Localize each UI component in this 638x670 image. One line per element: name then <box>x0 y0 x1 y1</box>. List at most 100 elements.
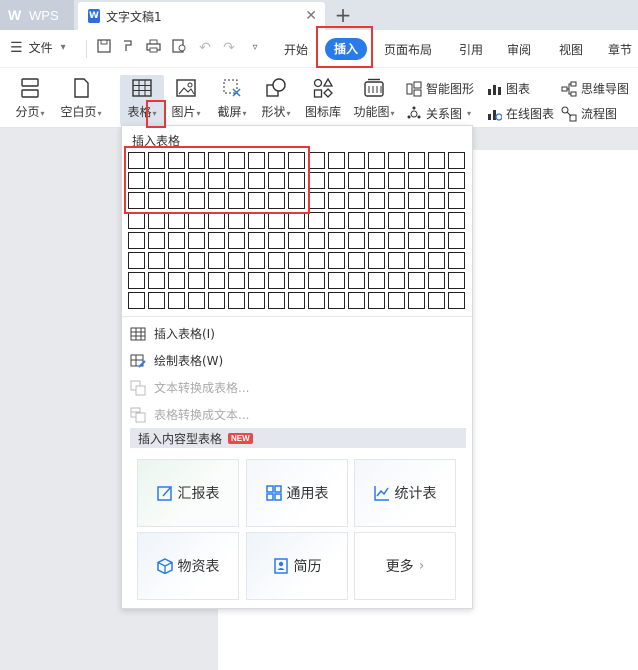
grid-cell[interactable] <box>308 252 325 269</box>
grid-cell[interactable] <box>368 172 385 189</box>
blank-page-button[interactable]: 空白页▾ <box>56 77 106 120</box>
online-chart-button[interactable]: 在线图表 <box>486 105 554 122</box>
grid-cell[interactable] <box>308 192 325 209</box>
grid-cell[interactable] <box>348 252 365 269</box>
grid-cell[interactable] <box>268 252 285 269</box>
grid-cell[interactable] <box>448 272 465 289</box>
screenshot-button[interactable]: 截屏▾ <box>213 77 251 120</box>
grid-cell[interactable] <box>308 272 325 289</box>
redo-icon[interactable]: ↷ <box>220 39 238 57</box>
format-painter-icon[interactable] <box>119 39 137 57</box>
grid-cell[interactable] <box>368 212 385 229</box>
grid-cell[interactable] <box>448 292 465 309</box>
grid-cell[interactable] <box>128 272 145 289</box>
close-tab-icon[interactable]: ✕ <box>305 8 317 24</box>
grid-cell[interactable] <box>328 292 345 309</box>
shape-button[interactable]: 形状▾ <box>257 77 295 120</box>
grid-cell[interactable] <box>428 212 445 229</box>
grid-cell[interactable] <box>348 292 365 309</box>
grid-cell[interactable] <box>148 212 165 229</box>
grid-cell[interactable] <box>328 192 345 209</box>
grid-cell[interactable] <box>368 252 385 269</box>
grid-cell[interactable] <box>408 252 425 269</box>
grid-cell[interactable] <box>188 252 205 269</box>
grid-cell[interactable] <box>268 272 285 289</box>
chart-button[interactable]: 图表 <box>486 80 530 97</box>
grid-cell[interactable] <box>168 212 185 229</box>
grid-cell[interactable] <box>428 272 445 289</box>
save-icon[interactable] <box>95 39 113 57</box>
grid-cell[interactable] <box>388 272 405 289</box>
grid-cell[interactable] <box>288 232 305 249</box>
grid-cell[interactable] <box>288 292 305 309</box>
grid-cell[interactable] <box>148 272 165 289</box>
materials-table-card[interactable]: 物资表 <box>137 532 239 600</box>
grid-cell[interactable] <box>248 212 265 229</box>
grid-cell[interactable] <box>268 232 285 249</box>
grid-cell[interactable] <box>328 232 345 249</box>
grid-cell[interactable] <box>248 252 265 269</box>
grid-cell[interactable] <box>408 232 425 249</box>
grid-cell[interactable] <box>448 252 465 269</box>
flowchart-button[interactable]: 流程图 <box>561 105 617 122</box>
grid-cell[interactable] <box>208 252 225 269</box>
grid-cell[interactable] <box>248 292 265 309</box>
grid-cell[interactable] <box>448 192 465 209</box>
grid-cell[interactable] <box>388 152 405 169</box>
grid-cell[interactable] <box>228 272 245 289</box>
undo-icon[interactable]: ↶ <box>196 39 214 57</box>
picture-button[interactable]: 图片▾ <box>168 77 204 120</box>
icon-library-button[interactable]: 图标库 <box>303 77 343 120</box>
grid-cell[interactable] <box>228 232 245 249</box>
grid-cell[interactable] <box>368 292 385 309</box>
tab-view[interactable]: 视图 <box>559 41 583 58</box>
grid-cell[interactable] <box>208 292 225 309</box>
grid-cell[interactable] <box>248 232 265 249</box>
general-table-card[interactable]: 通用表 <box>246 459 348 527</box>
grid-cell[interactable] <box>408 172 425 189</box>
grid-cell[interactable] <box>348 272 365 289</box>
tab-review[interactable]: 审阅 <box>507 41 531 58</box>
grid-cell[interactable] <box>388 252 405 269</box>
grid-cell[interactable] <box>168 272 185 289</box>
grid-cell[interactable] <box>308 152 325 169</box>
grid-cell[interactable] <box>288 252 305 269</box>
grid-cell[interactable] <box>448 152 465 169</box>
page-break-button[interactable]: 分页▾ <box>12 77 48 120</box>
quick-access-more-icon[interactable]: ▿ <box>246 39 264 57</box>
new-tab-button[interactable]: + <box>333 3 353 27</box>
grid-cell[interactable] <box>348 172 365 189</box>
grid-cell[interactable] <box>388 212 405 229</box>
grid-cell[interactable] <box>168 252 185 269</box>
grid-cell[interactable] <box>348 192 365 209</box>
mind-map-button[interactable]: 思维导图 <box>561 80 629 97</box>
grid-cell[interactable] <box>408 152 425 169</box>
grid-cell[interactable] <box>448 172 465 189</box>
grid-cell[interactable] <box>148 232 165 249</box>
grid-cell[interactable] <box>128 212 145 229</box>
smart-graphic-button[interactable]: 智能图形 <box>406 80 474 97</box>
tab-references[interactable]: 引用 <box>459 41 483 58</box>
grid-cell[interactable] <box>188 232 205 249</box>
grid-cell[interactable] <box>208 212 225 229</box>
more-card[interactable]: 更多 › <box>354 532 456 600</box>
document-tab[interactable]: W 文字文稿1 ✕ <box>78 2 325 30</box>
grid-cell[interactable] <box>428 252 445 269</box>
grid-cell[interactable] <box>188 212 205 229</box>
resume-card[interactable]: 简历 <box>246 532 348 600</box>
app-tab-wps[interactable]: W WPS <box>0 0 74 30</box>
grid-cell[interactable] <box>368 152 385 169</box>
grid-cell[interactable] <box>328 172 345 189</box>
grid-cell[interactable] <box>328 212 345 229</box>
grid-cell[interactable] <box>328 272 345 289</box>
grid-cell[interactable] <box>448 232 465 249</box>
grid-cell[interactable] <box>408 212 425 229</box>
grid-cell[interactable] <box>208 272 225 289</box>
grid-cell[interactable] <box>208 232 225 249</box>
grid-cell[interactable] <box>428 172 445 189</box>
tab-home[interactable]: 开始 <box>284 41 308 58</box>
grid-cell[interactable] <box>408 272 425 289</box>
grid-cell[interactable] <box>368 232 385 249</box>
report-table-card[interactable]: 汇报表 <box>137 459 239 527</box>
tab-chapter[interactable]: 章节 <box>608 41 632 58</box>
